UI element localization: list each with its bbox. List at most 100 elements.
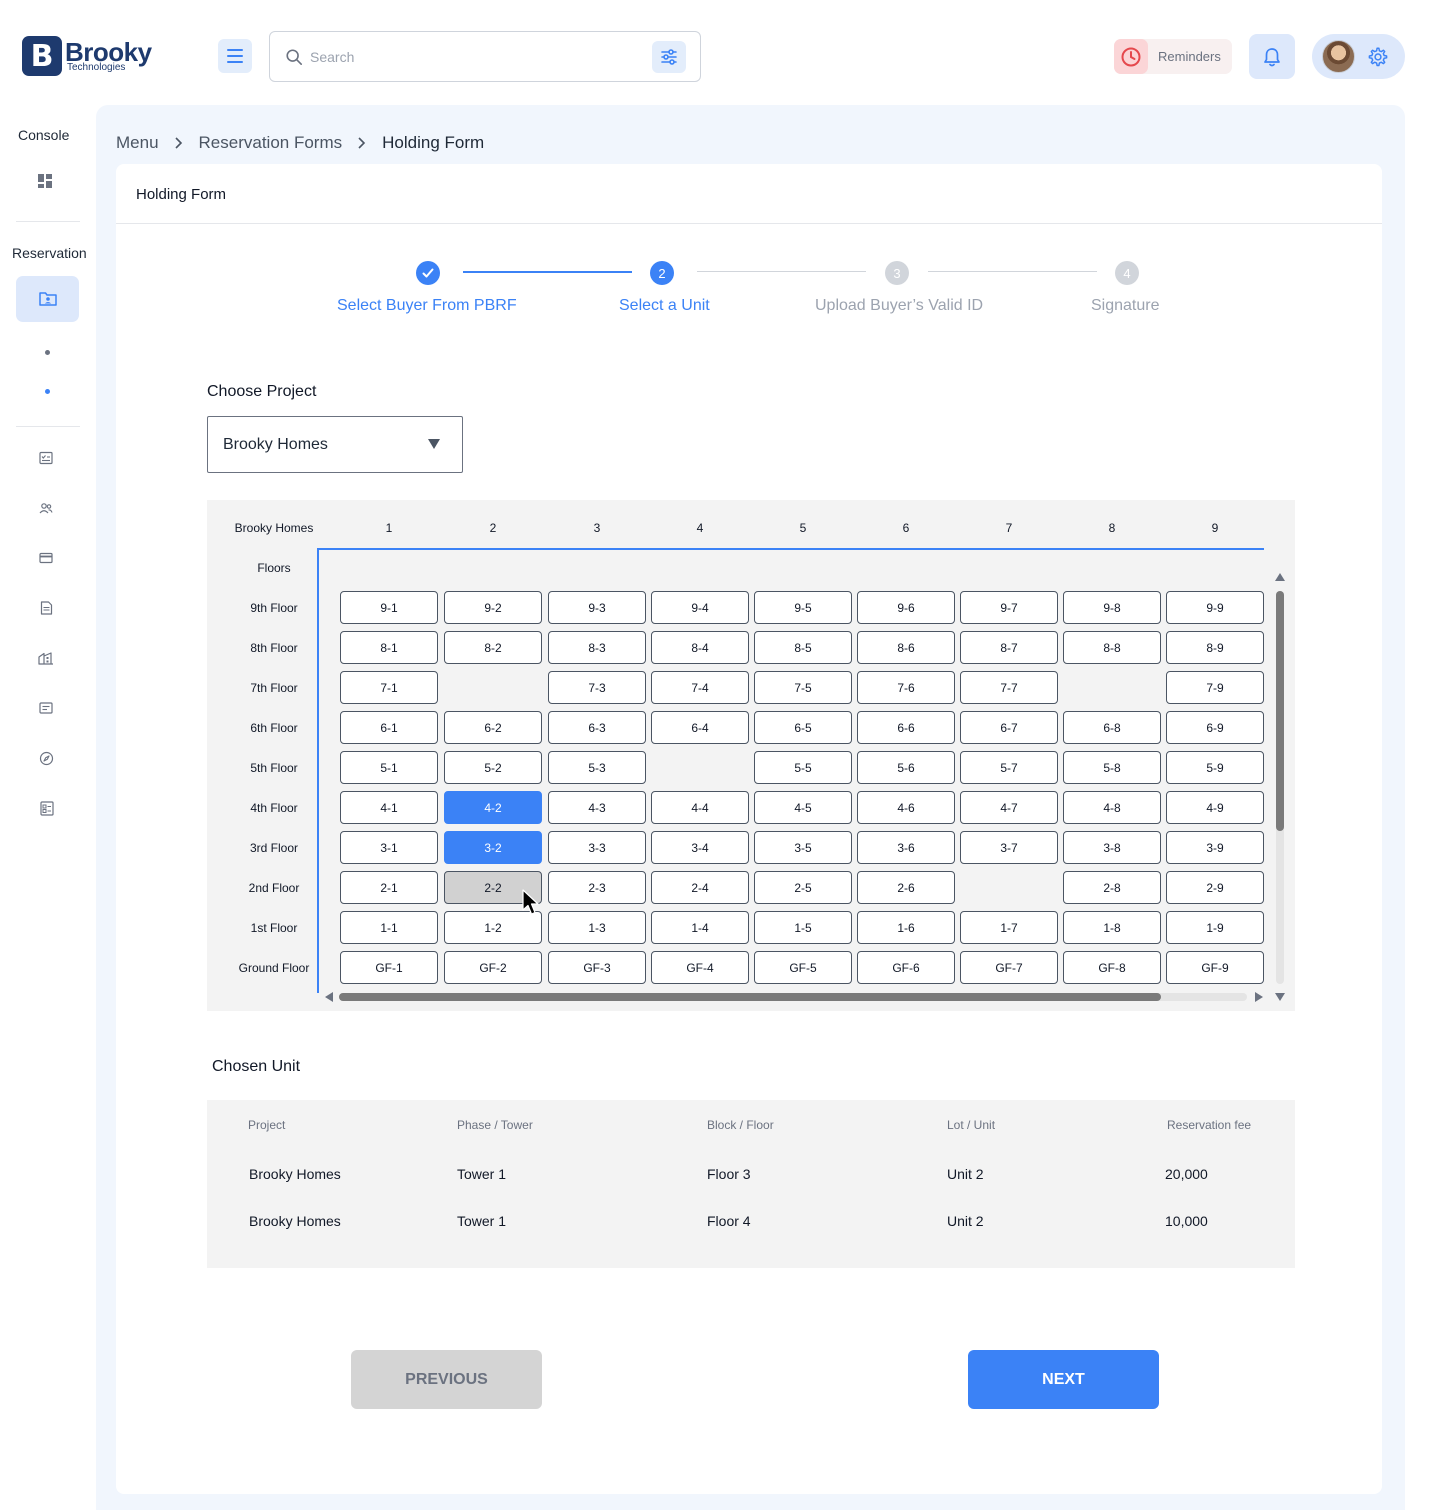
- unit-cell[interactable]: 6-6: [857, 711, 955, 744]
- unit-cell[interactable]: 6-8: [1063, 711, 1161, 744]
- unit-cell[interactable]: 4-5: [754, 791, 852, 824]
- previous-button[interactable]: PREVIOUS: [351, 1350, 542, 1409]
- breadcrumb-menu[interactable]: Menu: [116, 133, 159, 153]
- avatar[interactable]: [1322, 40, 1355, 73]
- unit-cell[interactable]: 8-7: [960, 631, 1058, 664]
- unit-cell[interactable]: GF-9: [1166, 951, 1264, 984]
- sidebar-item-reservation[interactable]: [16, 276, 79, 322]
- unit-cell[interactable]: 3-3: [548, 831, 646, 864]
- unit-cell[interactable]: 1-9: [1166, 911, 1264, 944]
- project-select[interactable]: Brooky Homes: [207, 416, 463, 473]
- unit-cell[interactable]: 1-5: [754, 911, 852, 944]
- scroll-left-arrow-icon[interactable]: [325, 992, 333, 1002]
- unit-cell[interactable]: 1-8: [1063, 911, 1161, 944]
- unit-cell[interactable]: 4-9: [1166, 791, 1264, 824]
- horizontal-scrollbar-thumb[interactable]: [339, 993, 1161, 1001]
- unit-cell[interactable]: GF-1: [340, 951, 438, 984]
- unit-cell[interactable]: 9-2: [444, 591, 542, 624]
- unit-cell[interactable]: 5-6: [857, 751, 955, 784]
- document-icon[interactable]: [40, 601, 53, 615]
- unit-cell[interactable]: 7-3: [548, 671, 646, 704]
- unit-cell[interactable]: 5-1: [340, 751, 438, 784]
- unit-cell[interactable]: 8-2: [444, 631, 542, 664]
- breadcrumb-reservation-forms[interactable]: Reservation Forms: [199, 133, 343, 153]
- scroll-right-arrow-icon[interactable]: [1255, 992, 1263, 1002]
- unit-cell[interactable]: 5-5: [754, 751, 852, 784]
- unit-cell[interactable]: 7-6: [857, 671, 955, 704]
- unit-cell[interactable]: 6-9: [1166, 711, 1264, 744]
- unit-cell[interactable]: 7-1: [340, 671, 438, 704]
- dashboard-icon[interactable]: [37, 173, 53, 189]
- checklist-icon[interactable]: [39, 451, 53, 465]
- unit-cell[interactable]: 3-8: [1063, 831, 1161, 864]
- credit-card-icon[interactable]: [39, 551, 53, 565]
- unit-cell[interactable]: 6-2: [444, 711, 542, 744]
- unit-cell[interactable]: GF-2: [444, 951, 542, 984]
- unit-cell[interactable]: 4-3: [548, 791, 646, 824]
- unit-cell[interactable]: 2-1: [340, 871, 438, 904]
- unit-cell[interactable]: 7-5: [754, 671, 852, 704]
- unit-cell[interactable]: 9-1: [340, 591, 438, 624]
- unit-cell[interactable]: GF-7: [960, 951, 1058, 984]
- buildings-icon[interactable]: [38, 651, 54, 665]
- report-icon[interactable]: [40, 801, 54, 816]
- unit-cell[interactable]: 2-4: [651, 871, 749, 904]
- gear-icon[interactable]: [1367, 46, 1389, 68]
- unit-cell[interactable]: 2-9: [1166, 871, 1264, 904]
- unit-cell[interactable]: 1-3: [548, 911, 646, 944]
- notifications-button[interactable]: [1249, 34, 1295, 79]
- unit-cell[interactable]: 4-8: [1063, 791, 1161, 824]
- unit-cell[interactable]: GF-8: [1063, 951, 1161, 984]
- unit-cell[interactable]: 3-6: [857, 831, 955, 864]
- sidebar-subitem-dot-active[interactable]: [45, 389, 50, 394]
- unit-cell[interactable]: 2-3: [548, 871, 646, 904]
- unit-cell[interactable]: 5-3: [548, 751, 646, 784]
- unit-cell[interactable]: GF-4: [651, 951, 749, 984]
- unit-cell[interactable]: 6-4: [651, 711, 749, 744]
- unit-cell[interactable]: 6-3: [548, 711, 646, 744]
- unit-cell[interactable]: 2-8: [1063, 871, 1161, 904]
- unit-cell[interactable]: 6-7: [960, 711, 1058, 744]
- unit-cell[interactable]: GF-6: [857, 951, 955, 984]
- unit-cell[interactable]: GF-3: [548, 951, 646, 984]
- unit-cell[interactable]: 8-8: [1063, 631, 1161, 664]
- unit-cell[interactable]: 2-6: [857, 871, 955, 904]
- unit-cell[interactable]: 7-7: [960, 671, 1058, 704]
- unit-cell[interactable]: 7-4: [651, 671, 749, 704]
- profile-menu[interactable]: [1312, 34, 1405, 79]
- unit-cell[interactable]: 4-6: [857, 791, 955, 824]
- unit-cell[interactable]: 9-9: [1166, 591, 1264, 624]
- unit-cell[interactable]: 5-2: [444, 751, 542, 784]
- hamburger-menu-button[interactable]: [218, 39, 252, 73]
- sidebar-subitem-dot[interactable]: [45, 350, 50, 355]
- unit-cell[interactable]: 3-5: [754, 831, 852, 864]
- brooky-logo[interactable]: B Brooky Technologies: [22, 36, 152, 76]
- unit-cell[interactable]: 2-5: [754, 871, 852, 904]
- search-input[interactable]: [310, 46, 650, 68]
- unit-cell[interactable]: 3-1: [340, 831, 438, 864]
- unit-cell[interactable]: 8-5: [754, 631, 852, 664]
- unit-cell[interactable]: 9-7: [960, 591, 1058, 624]
- unit-cell[interactable]: 4-2: [444, 791, 542, 824]
- unit-cell[interactable]: 9-3: [548, 591, 646, 624]
- unit-cell[interactable]: 3-7: [960, 831, 1058, 864]
- unit-cell[interactable]: 9-8: [1063, 591, 1161, 624]
- unit-cell[interactable]: 9-4: [651, 591, 749, 624]
- unit-cell[interactable]: 8-6: [857, 631, 955, 664]
- unit-cell[interactable]: 8-3: [548, 631, 646, 664]
- unit-cell[interactable]: 6-5: [754, 711, 852, 744]
- users-icon[interactable]: [39, 501, 53, 515]
- unit-cell[interactable]: 8-1: [340, 631, 438, 664]
- unit-cell[interactable]: 7-9: [1166, 671, 1264, 704]
- unit-cell[interactable]: 3-4: [651, 831, 749, 864]
- unit-cell[interactable]: 1-4: [651, 911, 749, 944]
- unit-cell[interactable]: GF-5: [754, 951, 852, 984]
- unit-cell[interactable]: 8-4: [651, 631, 749, 664]
- unit-cell[interactable]: 3-2: [444, 831, 542, 864]
- unit-cell[interactable]: 9-5: [754, 591, 852, 624]
- unit-cell[interactable]: 4-7: [960, 791, 1058, 824]
- unit-cell[interactable]: 4-4: [651, 791, 749, 824]
- unit-cell[interactable]: 9-6: [857, 591, 955, 624]
- unit-cell[interactable]: 1-1: [340, 911, 438, 944]
- scroll-up-arrow-icon[interactable]: [1275, 573, 1285, 581]
